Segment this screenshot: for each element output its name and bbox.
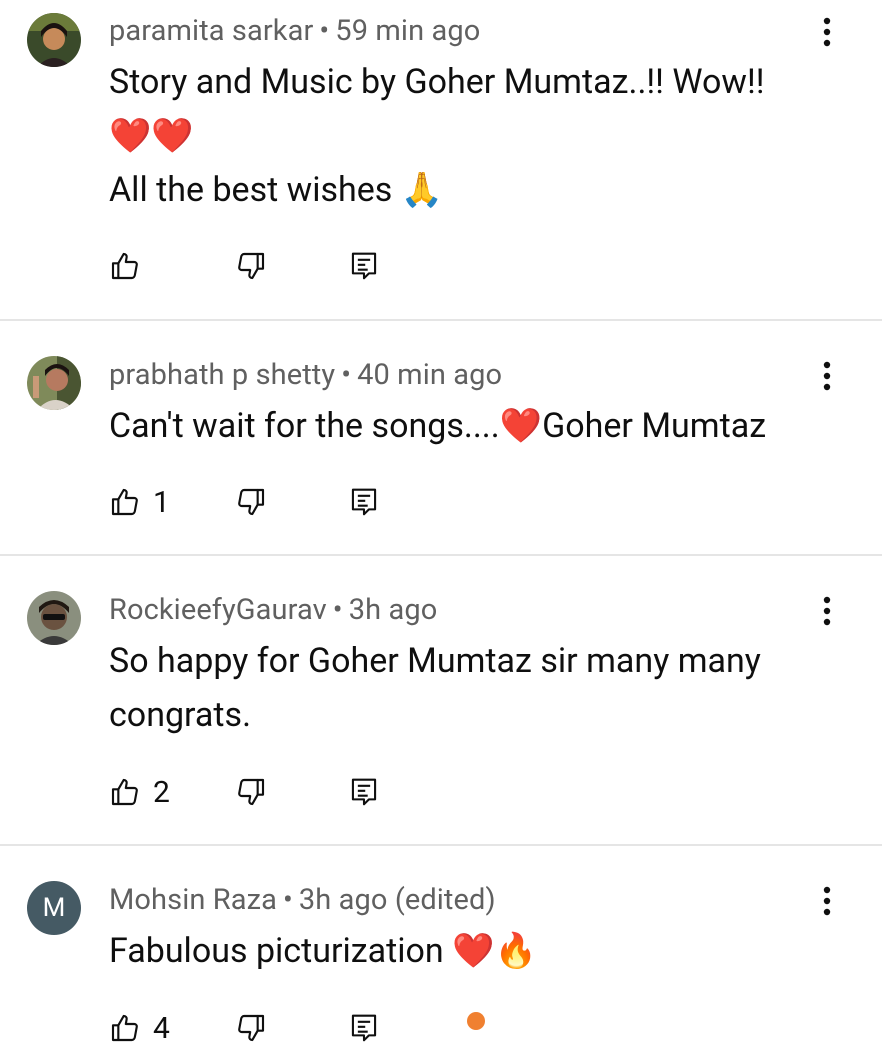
like-button[interactable]: 1 bbox=[109, 482, 170, 522]
divider bbox=[0, 844, 882, 846]
meta-separator: • bbox=[332, 593, 343, 627]
comment-author[interactable]: prabhath p shetty bbox=[109, 358, 335, 392]
comment-actions: 2 bbox=[109, 772, 509, 812]
meta-separator: • bbox=[282, 883, 293, 917]
creator-heart-icon bbox=[467, 1012, 485, 1030]
reply-comment-icon bbox=[349, 1012, 379, 1044]
reply-comment-icon bbox=[349, 250, 379, 282]
comment-meta: paramita sarkar • 59 min ago bbox=[109, 14, 480, 48]
reply-button[interactable] bbox=[349, 246, 379, 286]
comment-text: Story and Music by Goher Mumtaz..!! Wow!… bbox=[109, 55, 839, 217]
avatar[interactable] bbox=[27, 591, 81, 645]
comment-meta: RockieefyGaurav • 3h ago bbox=[109, 593, 437, 627]
comment-text: Fabulous picturization ❤️🔥 bbox=[109, 924, 839, 978]
comment-meta: prabhath p shetty • 40 min ago bbox=[109, 358, 502, 392]
dislike-button[interactable] bbox=[235, 482, 267, 522]
comment-time: 3h ago bbox=[348, 593, 438, 627]
comment-actions: 4 bbox=[109, 1008, 509, 1048]
comment-line: ❤️❤️ bbox=[109, 116, 194, 156]
comment-actions bbox=[109, 246, 509, 286]
dislike-button[interactable] bbox=[235, 772, 267, 812]
more-vertical-icon[interactable] bbox=[810, 881, 844, 921]
comment-text: So happy for Goher Mumtaz sir many many … bbox=[109, 634, 839, 742]
comment-time: 59 min ago bbox=[335, 14, 481, 48]
more-vertical-icon[interactable] bbox=[810, 356, 844, 396]
divider bbox=[0, 319, 882, 321]
avatar[interactable] bbox=[27, 13, 81, 67]
more-vertical-icon[interactable] bbox=[810, 591, 844, 631]
comment-line: Fabulous picturization ❤️🔥 bbox=[109, 931, 537, 971]
meta-separator: • bbox=[341, 358, 352, 392]
comment-meta: Mohsin Raza • 3h ago (edited) bbox=[109, 883, 496, 917]
like-button[interactable]: 2 bbox=[109, 772, 170, 812]
more-vertical-icon[interactable] bbox=[810, 12, 844, 52]
thumbs-up-icon bbox=[109, 250, 141, 282]
thumbs-up-icon bbox=[109, 1012, 141, 1044]
comment-time: 3h ago (edited) bbox=[298, 883, 496, 917]
like-count: 1 bbox=[153, 484, 170, 520]
meta-separator: • bbox=[319, 14, 330, 48]
comment-text: Can't wait for the songs....❤️Goher Mumt… bbox=[109, 399, 839, 453]
thumbs-down-icon bbox=[235, 1012, 267, 1044]
comment-line: Can't wait for the songs....❤️Goher Mumt… bbox=[109, 406, 767, 446]
dislike-button[interactable] bbox=[235, 246, 267, 286]
thumbs-up-icon bbox=[109, 486, 141, 518]
thumbs-down-icon bbox=[235, 250, 267, 282]
like-button[interactable]: 4 bbox=[109, 1008, 170, 1048]
reply-comment-icon bbox=[349, 776, 379, 808]
like-button[interactable] bbox=[109, 246, 141, 286]
like-count: 4 bbox=[153, 1010, 170, 1046]
comment-actions: 1 bbox=[109, 482, 509, 522]
reply-comment-icon bbox=[349, 486, 379, 518]
avatar[interactable]: M bbox=[27, 881, 81, 935]
comment-line: All the best wishes 🙏 bbox=[109, 170, 444, 210]
comment-author[interactable]: Mohsin Raza bbox=[109, 883, 277, 917]
avatar[interactable] bbox=[27, 356, 81, 410]
comment-line: congrats. bbox=[109, 695, 252, 735]
like-count: 2 bbox=[153, 774, 170, 810]
comment-line: So happy for Goher Mumtaz sir many many bbox=[109, 641, 761, 681]
comment-line: Story and Music by Goher Mumtaz..!! Wow!… bbox=[109, 62, 765, 102]
thumbs-down-icon bbox=[235, 486, 267, 518]
divider bbox=[0, 554, 882, 556]
thumbs-down-icon bbox=[235, 776, 267, 808]
comment-time: 40 min ago bbox=[357, 358, 503, 392]
thumbs-up-icon bbox=[109, 776, 141, 808]
reply-button[interactable] bbox=[349, 772, 379, 812]
reply-button[interactable] bbox=[349, 1008, 379, 1048]
dislike-button[interactable] bbox=[235, 1008, 267, 1048]
comment-author[interactable]: paramita sarkar bbox=[109, 14, 313, 48]
reply-button[interactable] bbox=[349, 482, 379, 522]
comment-author[interactable]: RockieefyGaurav bbox=[109, 593, 327, 627]
